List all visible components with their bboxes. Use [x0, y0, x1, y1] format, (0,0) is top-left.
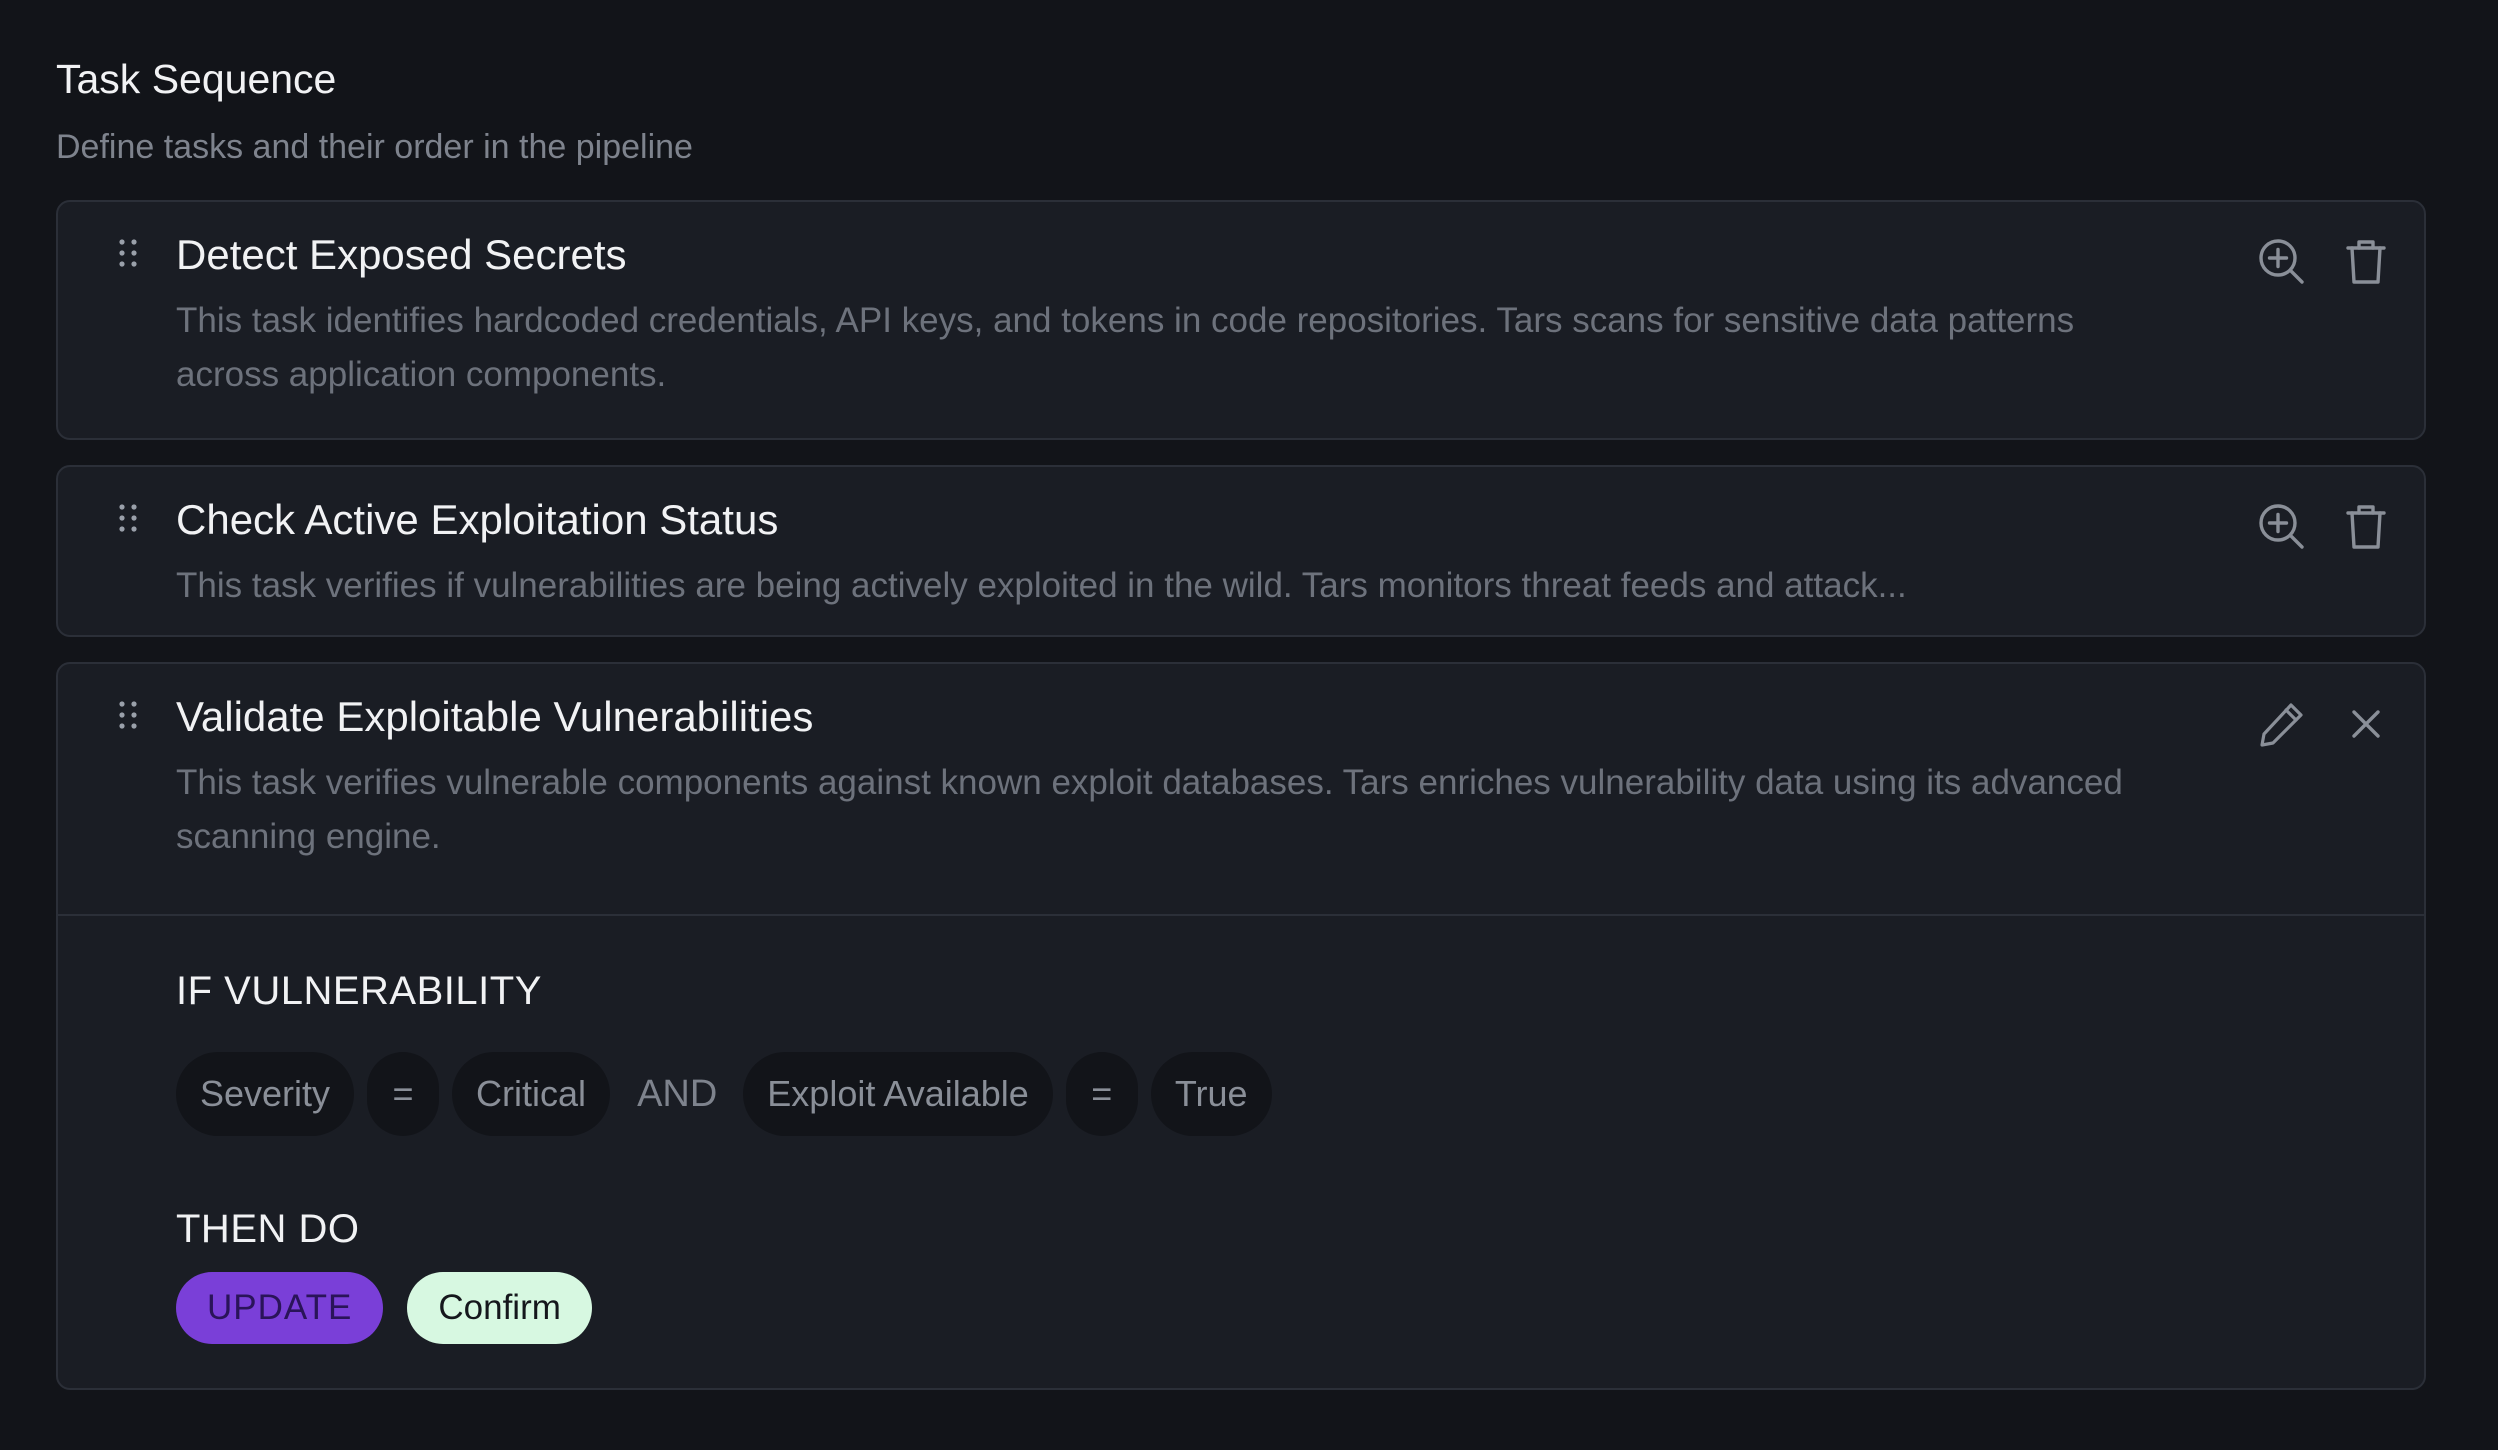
condition-operator-pill[interactable]: =: [1065, 1052, 1138, 1136]
pencil-icon[interactable]: [2254, 696, 2310, 752]
confirm-button[interactable]: Confirm: [407, 1272, 592, 1344]
condition-joiner[interactable]: AND: [637, 1073, 717, 1116]
task-card-validate-exploitable-vulnerabilities[interactable]: Validate Exploitable Vulnerabilities Thi…: [56, 662, 2426, 1390]
condition-value-pill[interactable]: Critical: [452, 1052, 611, 1136]
task-title: Check Active Exploitation Status: [176, 496, 779, 543]
task-title: Validate Exploitable Vulnerabilities: [176, 693, 814, 740]
condition-operator-pill[interactable]: =: [367, 1052, 440, 1136]
zoom-in-icon[interactable]: [2254, 234, 2310, 290]
task-card-detect-exposed-secrets[interactable]: Detect Exposed Secrets This task identif…: [56, 200, 2426, 440]
then-do-label: THEN DO: [176, 1207, 360, 1251]
task-description: This task verifies vulnerable components…: [176, 763, 2123, 856]
card-divider: [58, 914, 2424, 916]
close-icon[interactable]: [2338, 696, 2394, 752]
action-row: UPDATE Confirm: [176, 1272, 616, 1344]
task-description: This task identifies hardcoded credentia…: [176, 301, 2075, 394]
page-subtitle: Define tasks and their order in the pipe…: [56, 128, 693, 166]
condition-field-pill[interactable]: Severity: [176, 1052, 355, 1136]
drag-handle-icon[interactable]: [118, 503, 138, 533]
task-title: Detect Exposed Secrets: [176, 231, 627, 278]
trash-icon[interactable]: [2338, 499, 2394, 555]
if-condition-label: IF VULNERABILITY: [176, 969, 542, 1013]
update-action-button[interactable]: UPDATE: [176, 1272, 384, 1344]
page-title: Task Sequence: [56, 56, 337, 102]
zoom-in-icon[interactable]: [2254, 499, 2310, 555]
condition-field-pill[interactable]: Exploit Available: [743, 1052, 1053, 1136]
task-sequence-page: Task Sequence Define tasks and their ord…: [0, 0, 2498, 1450]
task-card-check-active-exploitation[interactable]: Check Active Exploitation Status This ta…: [56, 465, 2426, 637]
drag-handle-icon[interactable]: [118, 238, 138, 268]
task-description: This task verifies if vulnerabilities ar…: [176, 566, 1907, 605]
trash-icon[interactable]: [2338, 234, 2394, 290]
drag-handle-icon[interactable]: [118, 700, 138, 730]
condition-value-pill[interactable]: True: [1150, 1052, 1272, 1136]
condition-row: Severity = Critical AND Exploit Availabl…: [176, 1052, 1285, 1136]
